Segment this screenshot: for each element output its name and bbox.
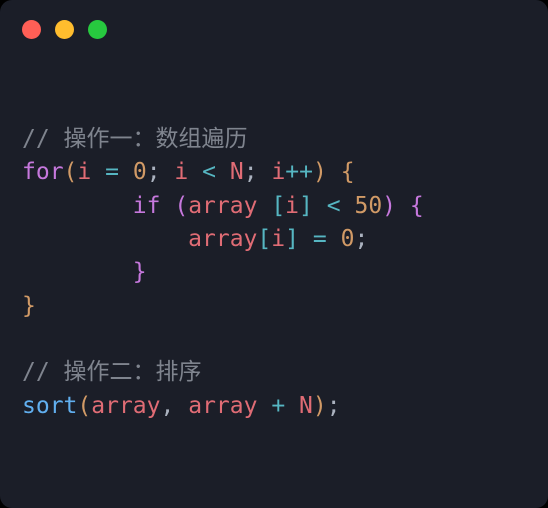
close-icon[interactable]	[22, 20, 41, 39]
lt-op: <	[202, 159, 216, 185]
semi: ;	[244, 159, 258, 185]
semi: ;	[327, 393, 341, 419]
var-array: array	[91, 393, 160, 419]
for-keyword: for	[22, 159, 64, 185]
var-i: i	[271, 159, 285, 185]
inc-op: ++	[285, 159, 313, 185]
var-N: N	[230, 159, 244, 185]
rparen: )	[313, 159, 327, 185]
var-array: array	[188, 393, 257, 419]
comment-2: // 操作二：排序	[22, 359, 202, 385]
var-i: i	[271, 226, 285, 252]
lparen: (	[77, 393, 91, 419]
var-array: array	[188, 226, 257, 252]
var-i: i	[174, 159, 188, 185]
fn-sort: sort	[22, 393, 77, 419]
lt-op: <	[327, 193, 341, 219]
rbracket: ]	[285, 226, 299, 252]
semi: ;	[354, 226, 368, 252]
code-window: // 操作一：数组遍历 for(i = 0; i < N; i++) { if …	[0, 0, 548, 508]
var-i: i	[285, 193, 299, 219]
lbrace: {	[410, 193, 424, 219]
semi: ;	[147, 159, 161, 185]
window-titlebar	[0, 0, 548, 58]
assign-op: =	[313, 226, 327, 252]
lparen: (	[64, 159, 78, 185]
rbrace: }	[22, 293, 36, 319]
comment-1: // 操作一：数组遍历	[22, 126, 248, 152]
num-0: 0	[341, 226, 355, 252]
rbrace: }	[133, 259, 147, 285]
var-N: N	[299, 393, 313, 419]
rparen: )	[313, 393, 327, 419]
zoom-icon[interactable]	[88, 20, 107, 39]
num-50: 50	[354, 193, 382, 219]
if-keyword: if	[133, 193, 161, 219]
minimize-icon[interactable]	[55, 20, 74, 39]
rparen: )	[382, 193, 396, 219]
lparen: (	[174, 193, 188, 219]
lbracket: [	[271, 193, 285, 219]
num-0: 0	[133, 159, 147, 185]
assign-op: =	[105, 159, 119, 185]
var-i: i	[77, 159, 91, 185]
code-block: // 操作一：数组遍历 for(i = 0; i < N; i++) { if …	[0, 58, 548, 443]
plus-op: +	[271, 393, 285, 419]
rbracket: ]	[299, 193, 313, 219]
comma: ,	[161, 393, 175, 419]
lbracket: [	[257, 226, 271, 252]
lbrace: {	[341, 159, 355, 185]
var-array: array	[188, 193, 257, 219]
